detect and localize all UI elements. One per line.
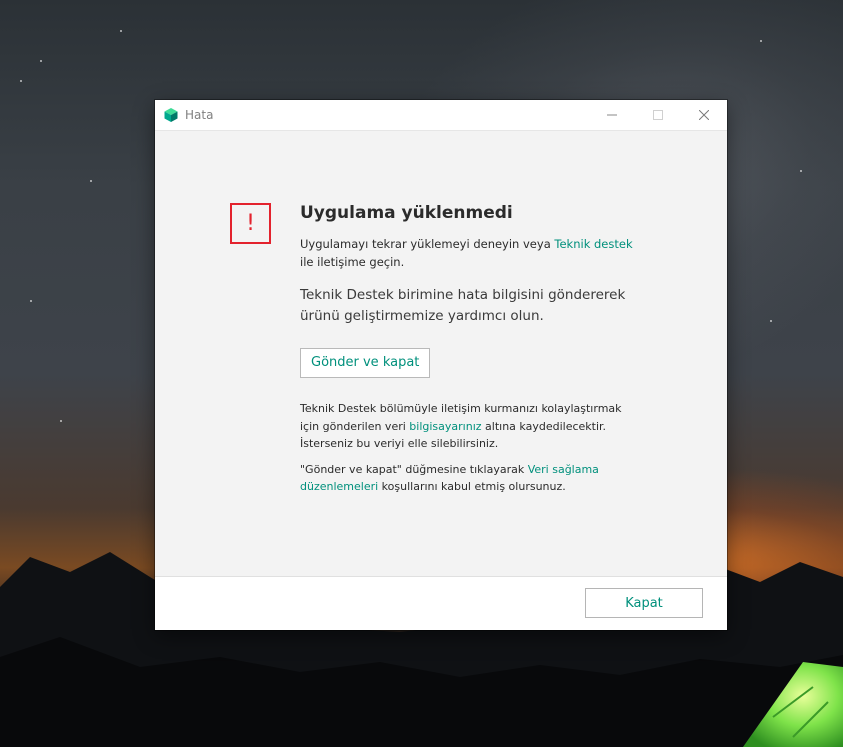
- star: [800, 170, 802, 172]
- star: [770, 320, 772, 322]
- tent-glow: [743, 662, 843, 747]
- window-title: Hata: [185, 108, 214, 122]
- warning-icon: !: [230, 203, 271, 244]
- consent-after: koşullarını kabul etmiş olursunuz.: [378, 480, 566, 493]
- star: [40, 60, 42, 62]
- close-window-button[interactable]: [681, 100, 727, 130]
- minimize-icon: [607, 114, 617, 116]
- retry-text-before: Uygulamayı tekrar yüklemeyi deneyin veya: [300, 237, 555, 251]
- star: [60, 420, 62, 422]
- star: [120, 30, 122, 32]
- star: [30, 300, 32, 302]
- title-bar[interactable]: Hata: [155, 100, 727, 131]
- message-area: Uygulama yüklenmedi Uygulamayı tekrar yü…: [300, 203, 640, 496]
- technical-support-link[interactable]: Teknik destek: [554, 237, 632, 251]
- close-button[interactable]: Kapat: [585, 588, 703, 618]
- minimize-button[interactable]: [589, 100, 635, 130]
- help-message: Teknik Destek birimine hata bilgisini gö…: [300, 287, 626, 324]
- retry-text-after: ile iletişime geçin.: [300, 255, 405, 269]
- dialog-content: ! Uygulama yüklenmedi Uygulamayı tekrar …: [155, 131, 727, 577]
- close-icon: [699, 110, 709, 120]
- send-and-close-button[interactable]: Gönder ve kapat: [300, 348, 431, 378]
- star: [90, 180, 92, 182]
- computer-link[interactable]: bilgisayarınız: [409, 420, 481, 433]
- error-dialog: Hata ! Uygulama yüklenmedi Uygulamayı te…: [155, 100, 727, 630]
- maximize-icon: [653, 110, 663, 120]
- maximize-button[interactable]: [635, 100, 681, 130]
- consent-notice: "Gönder ve kapat" düğmesine tıklayarak V…: [300, 461, 640, 496]
- error-heading: Uygulama yüklenmedi: [300, 203, 513, 223]
- star: [760, 40, 762, 42]
- warning-glyph: !: [246, 211, 255, 236]
- consent-before: "Gönder ve kapat" düğmesine tıklayarak: [300, 462, 528, 476]
- kaspersky-cube-icon: [164, 108, 178, 122]
- star: [20, 80, 22, 82]
- retry-message: Uygulamayı tekrar yüklemeyi deneyin veya…: [300, 235, 640, 271]
- dialog-footer: Kapat: [155, 576, 727, 630]
- data-notice: Teknik Destek bölümüyle iletişim kurmanı…: [300, 400, 640, 453]
